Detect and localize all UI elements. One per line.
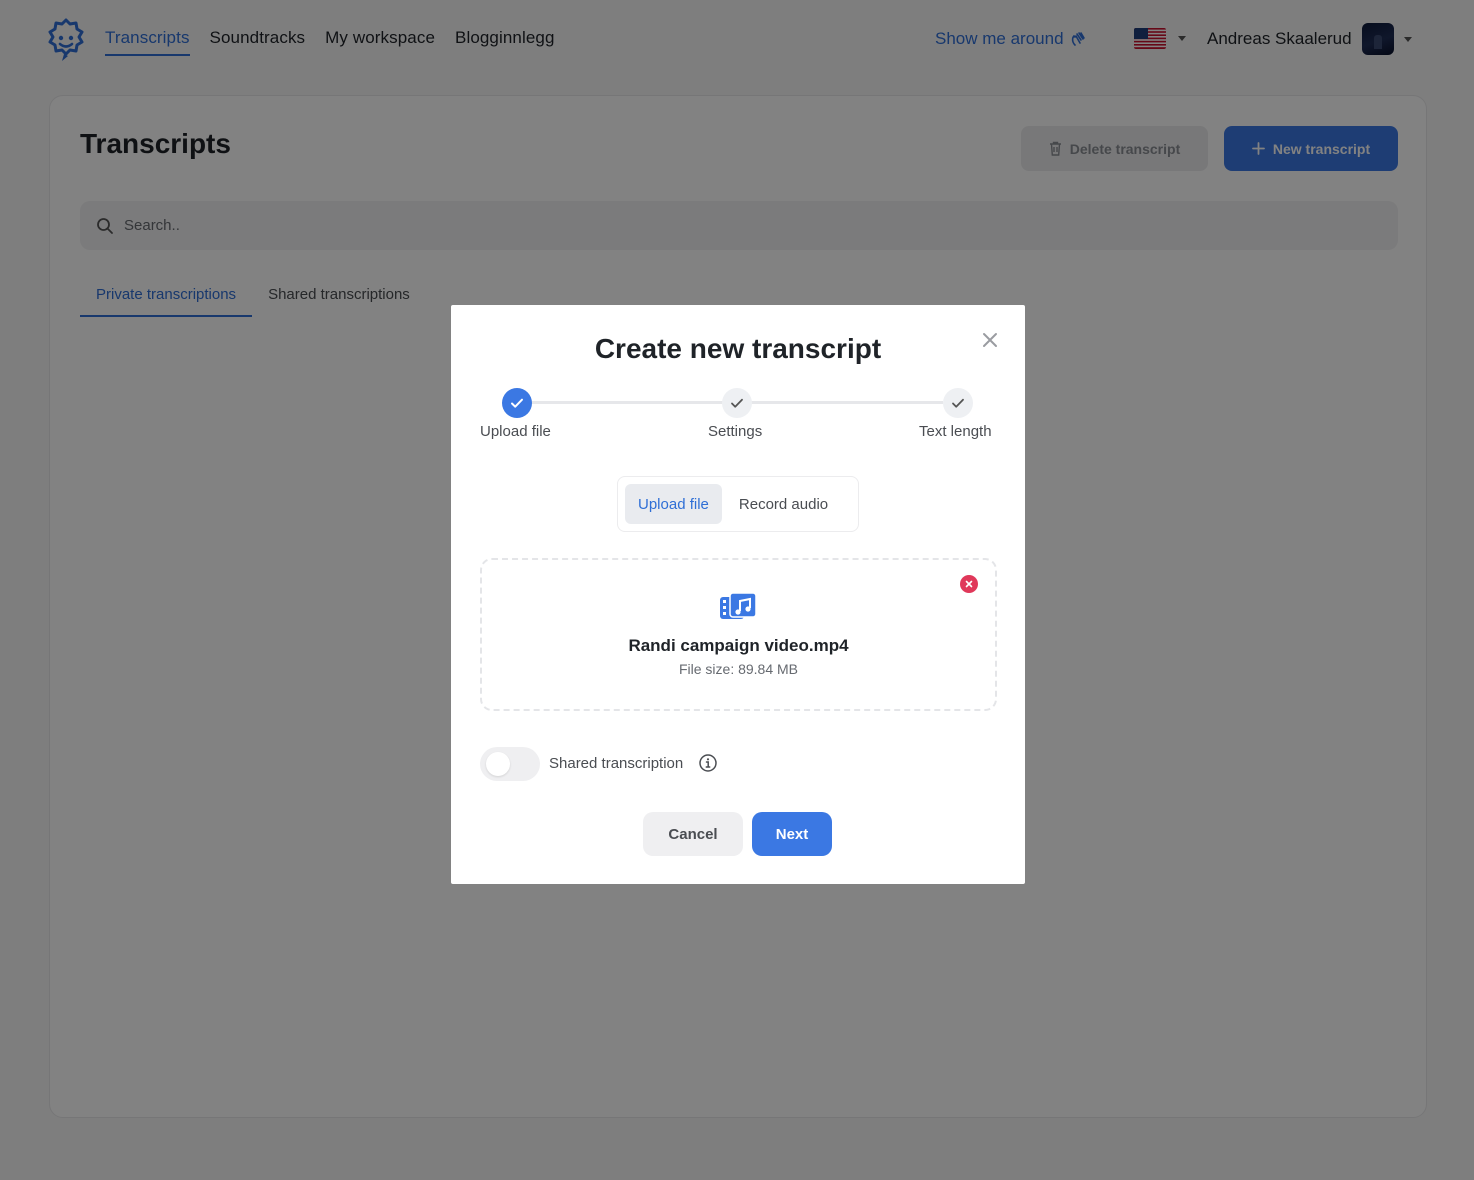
check-icon (511, 398, 523, 408)
file-size: File size: 89.84 MB (678, 661, 799, 677)
stepper-line (531, 401, 723, 404)
step-text-length-label: Text length (919, 423, 992, 440)
remove-file-button[interactable] (960, 575, 978, 593)
check-icon (731, 398, 743, 408)
close-icon[interactable] (979, 329, 1001, 351)
step-text-length-dot (943, 388, 973, 418)
next-button[interactable]: Next (752, 812, 832, 856)
modal-title: Create new transcript (594, 333, 882, 364)
check-icon (952, 398, 964, 408)
cancel-button[interactable]: Cancel (643, 812, 743, 856)
video-music-file-icon (720, 592, 757, 619)
shared-transcription-label: Shared transcription (549, 755, 684, 772)
source-segmented-control: Upload file Record audio (617, 476, 859, 532)
record-audio-tab[interactable]: Record audio (726, 484, 841, 524)
toggle-knob (486, 752, 510, 776)
upload-file-tab[interactable]: Upload file (625, 484, 722, 524)
close-icon (965, 580, 973, 588)
file-name: Randi campaign video.mp4 (628, 636, 849, 655)
file-dropzone[interactable]: Randi campaign video.mp4 File size: 89.8… (480, 558, 997, 711)
step-settings-dot (722, 388, 752, 418)
shared-transcription-toggle[interactable] (480, 747, 540, 781)
step-settings-label: Settings (708, 423, 763, 440)
stepper-line (751, 401, 943, 404)
create-transcript-modal: Create new transcript Upload file Settin… (451, 305, 1025, 884)
info-icon[interactable] (698, 753, 718, 773)
step-upload-dot (502, 388, 532, 418)
step-upload-label: Upload file (480, 423, 551, 440)
